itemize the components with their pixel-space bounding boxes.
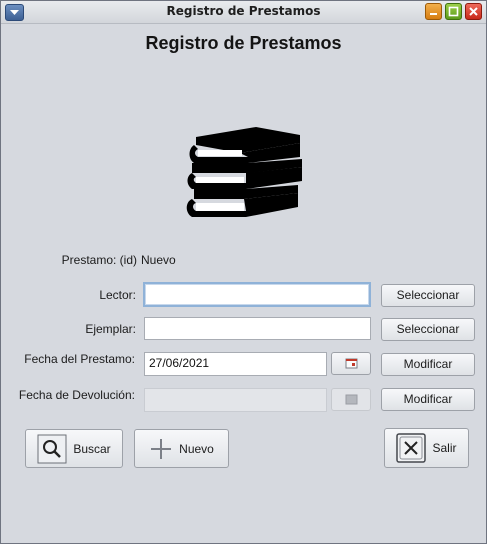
calendar-icon (345, 394, 358, 405)
fecha-devolucion-calendar-button[interactable] (331, 388, 371, 411)
fecha-prestamo-label: Fecha del Prestamo: (24, 352, 135, 366)
search-icon (37, 434, 67, 464)
window-title: Registro de Prestamos (166, 4, 321, 18)
maximize-icon (448, 6, 459, 17)
prestamo-id-label: Prestamo: (id) (61, 253, 137, 267)
buscar-button[interactable]: Buscar (25, 429, 123, 468)
exit-icon (396, 433, 427, 463)
salir-label: Salir (432, 441, 457, 455)
minimize-icon (430, 13, 437, 15)
fecha-prestamo-calendar-button[interactable] (331, 352, 371, 375)
lector-label: Lector: (99, 288, 136, 302)
buscar-label: Buscar (73, 441, 111, 456)
nuevo-button[interactable]: Nuevo (134, 429, 229, 468)
page-heading: Registro de Prestamos (145, 33, 342, 53)
plus-icon (149, 437, 173, 461)
maximize-button[interactable] (445, 3, 462, 20)
modificar-devolucion-button[interactable]: Modificar (381, 388, 475, 411)
minimize-button[interactable] (425, 3, 442, 20)
ejemplar-field[interactable] (144, 317, 371, 340)
calendar-icon (345, 358, 358, 369)
fecha-prestamo-field[interactable]: 27/06/2021 (144, 352, 327, 376)
lector-field[interactable] (143, 282, 371, 307)
seleccionar-lector-button[interactable]: Seleccionar (381, 284, 475, 307)
close-button[interactable] (465, 3, 482, 20)
books-stack-icon (186, 127, 302, 217)
main-window: Registro de Prestamos Registro de Presta… (0, 0, 487, 544)
salir-button[interactable]: Salir (384, 428, 469, 468)
ejemplar-label: Ejemplar: (85, 322, 136, 336)
title-bar[interactable]: Registro de Prestamos (1, 1, 486, 24)
seleccionar-ejemplar-button[interactable]: Seleccionar (381, 318, 475, 341)
fecha-devolucion-field[interactable] (144, 388, 327, 412)
modificar-prestamo-button[interactable]: Modificar (381, 353, 475, 376)
close-icon (469, 7, 478, 16)
nuevo-label: Nuevo (179, 441, 214, 456)
prestamo-id-value: Nuevo (141, 253, 176, 267)
fecha-devolucion-label: Fecha de Devolución: (18, 388, 135, 402)
